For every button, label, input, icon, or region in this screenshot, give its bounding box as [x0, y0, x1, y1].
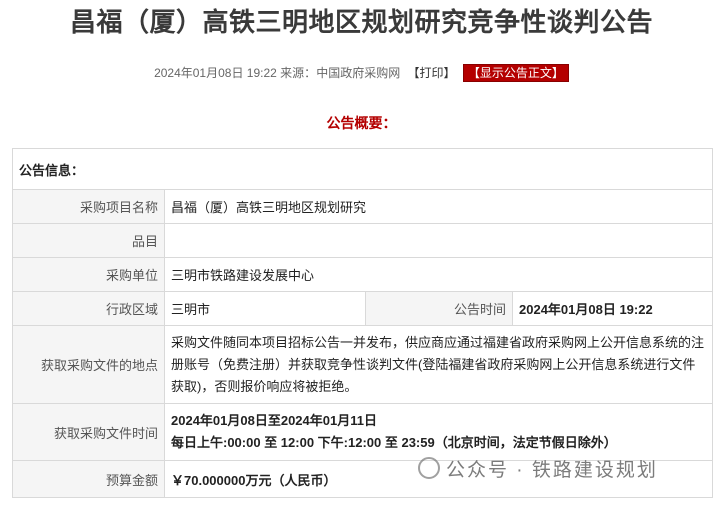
- wechat-icon: [418, 457, 440, 479]
- table-row: 品目: [12, 223, 714, 258]
- region-value: 三明市: [164, 291, 366, 326]
- doc-time-date-range: 2024年01月08日至2024年01月11日: [171, 413, 377, 428]
- table-row: 行政区域 三明市 公告时间 2024年01月08日 19:22: [12, 291, 714, 326]
- doc-location-label: 获取采购文件的地点: [12, 325, 165, 404]
- doc-time-value: 2024年01月08日至2024年01月11日 每日上午:00:00 至 12:…: [163, 403, 714, 461]
- announcement-info-table: 公告信息： 采购项目名称 昌福（厦）高铁三明地区规划研究 品目 采购单位 三明市…: [11, 148, 714, 498]
- info-heading: 公告信息：: [11, 148, 714, 190]
- announcement-meta: 2024年01月08日 19:22 来源：中国政府采购网 【打印】 【显示公告正…: [0, 64, 723, 82]
- publish-time-value: 2024年01月08日 19:22: [511, 291, 714, 326]
- budget-label: 预算金额: [12, 460, 165, 498]
- source-name: 中国政府采购网: [316, 66, 401, 80]
- table-row: 采购单位 三明市铁路建设发展中心: [12, 257, 714, 292]
- watermark: 公众号 · 铁路建设规划: [418, 455, 658, 482]
- table-row: 采购项目名称 昌福（厦）高铁三明地区规划研究: [12, 189, 714, 224]
- region-label: 行政区域: [12, 291, 165, 326]
- print-link[interactable]: 【打印】: [408, 66, 456, 80]
- purchaser-value: 三明市铁路建设发展中心: [163, 257, 714, 292]
- watermark-text: 公众号 · 铁路建设规划: [446, 460, 658, 481]
- project-name-label: 采购项目名称: [12, 189, 165, 224]
- doc-time-daily-hours: 每日上午:00:00 至 12:00 下午:12:00 至 23:59（北京时间…: [171, 435, 617, 450]
- item-value: [163, 223, 714, 258]
- publish-datetime: 2024年01月08日 19:22: [154, 66, 277, 80]
- doc-location-value: 采购文件随同本项目招标公告一并发布，供应商应通过福建省政府采购网上公开信息系统的…: [163, 325, 714, 404]
- item-label: 品目: [12, 223, 165, 258]
- show-full-text-button[interactable]: 【显示公告正文】: [462, 64, 569, 82]
- publish-time-label: 公告时间: [365, 291, 513, 326]
- purchaser-label: 采购单位: [12, 257, 165, 292]
- table-row: 获取采购文件时间 2024年01月08日至2024年01月11日 每日上午:00…: [12, 403, 714, 461]
- project-name-value: 昌福（厦）高铁三明地区规划研究: [163, 189, 714, 224]
- table-row: 获取采购文件的地点 采购文件随同本项目招标公告一并发布，供应商应通过福建省政府采…: [12, 325, 714, 404]
- summary-heading: 公告概要：: [326, 115, 397, 131]
- source-label: 来源：: [280, 66, 317, 80]
- doc-time-label: 获取采购文件时间: [12, 403, 165, 461]
- page-title: 昌福（厦）高铁三明地区规划研究竞争性谈判公告: [69, 7, 653, 37]
